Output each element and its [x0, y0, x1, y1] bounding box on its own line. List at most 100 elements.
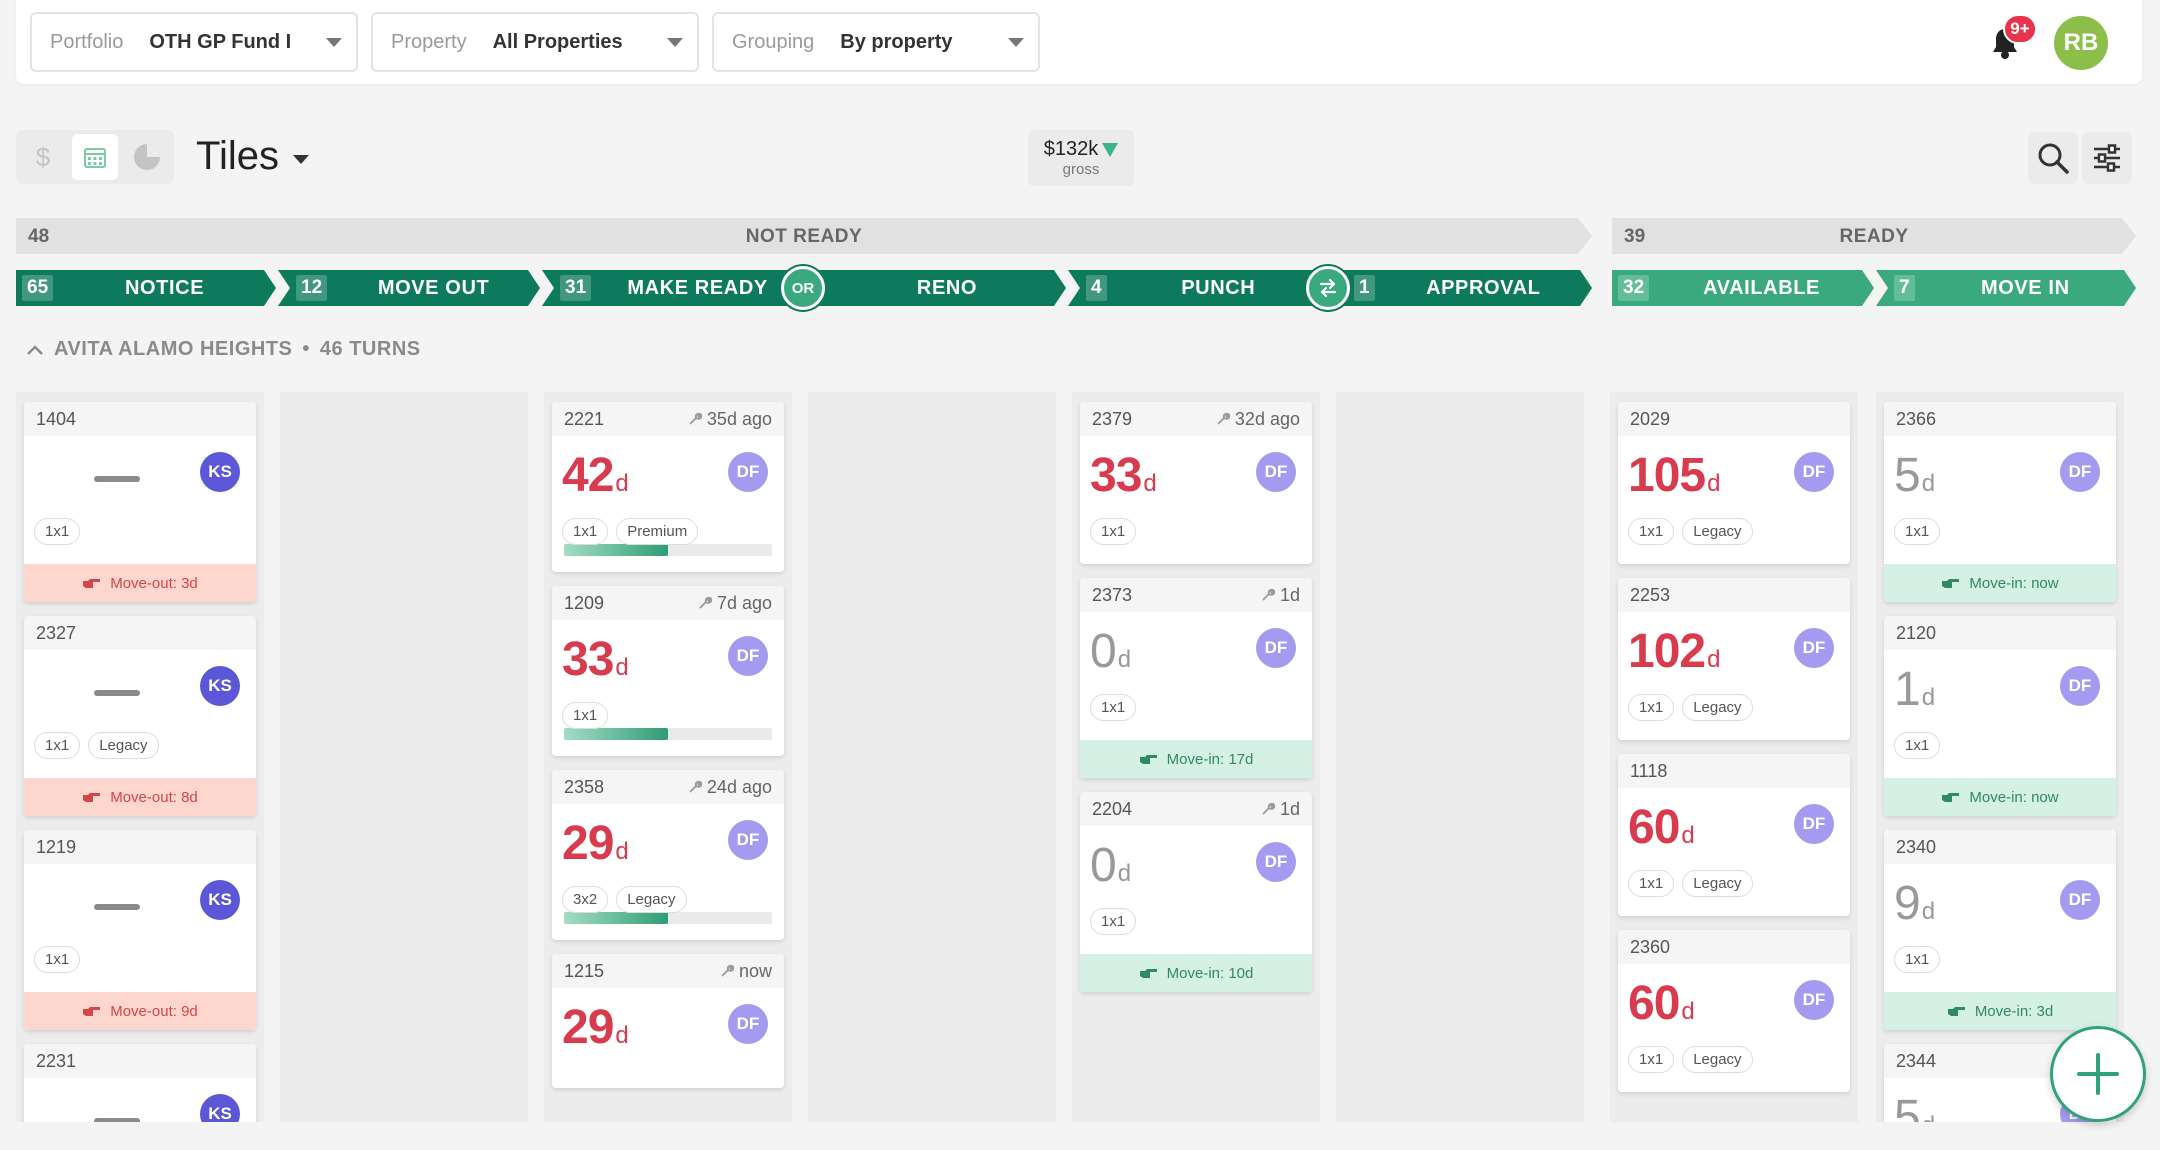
assignee-avatar[interactable]: DF — [1794, 628, 1834, 668]
days-count: 5d — [1894, 1090, 1935, 1122]
stage-move-in[interactable]: 7 MOVE IN — [1876, 270, 2136, 306]
turn-card[interactable]: 2327 KS 1x1 Legacy Move-out: 8d — [24, 616, 256, 816]
turn-card[interactable]: 2340 9d DF 1x1 Move-in: 3d — [1884, 830, 2116, 1030]
turn-card[interactable]: 1219 KS 1x1 Move-out: 9d — [24, 830, 256, 1030]
stage-make-ready[interactable]: 31 MAKE READY — [542, 270, 804, 306]
turn-card[interactable]: 2204 1d 0d DF 1x1 Move-in: 10d — [1080, 792, 1312, 992]
tag-list: 1x1 — [1894, 518, 1941, 545]
days-unit: d — [1921, 898, 1935, 925]
view-selector[interactable]: Tiles — [196, 134, 309, 179]
stage-name: MAKE READY — [627, 276, 768, 299]
card-header: 2120 — [1884, 616, 2116, 650]
stage-punch[interactable]: 4 PUNCH — [1068, 270, 1330, 306]
turn-card[interactable]: 2360 60d DF 1x1 Legacy — [1618, 930, 1850, 1092]
last-activity: 24d ago — [687, 777, 772, 798]
filter-settings-button[interactable] — [2082, 132, 2132, 184]
turn-card[interactable]: 2120 1d DF 1x1 Move-in: now — [1884, 616, 2116, 816]
turn-card[interactable]: 2379 32d ago 33d DF 1x1 — [1080, 402, 1312, 564]
unit-tag: Premium — [616, 518, 699, 545]
add-button[interactable] — [2050, 1026, 2146, 1122]
unit-tag: 1x1 — [1894, 732, 1941, 759]
days-count: 102d — [1628, 624, 1720, 679]
days-count: 33d — [1090, 448, 1157, 503]
gross-summary[interactable]: $132k gross — [1028, 130, 1134, 186]
swap-connector[interactable] — [1306, 266, 1350, 310]
assignee-avatar[interactable]: DF — [2060, 880, 2100, 920]
assignee-avatar[interactable]: DF — [728, 1004, 768, 1044]
unit-number: 2120 — [1896, 622, 1937, 643]
search-button[interactable] — [2028, 132, 2078, 184]
stage-move-out[interactable]: 12 MOVE OUT — [278, 270, 540, 306]
stage-approval[interactable]: 1 APPROVAL — [1330, 270, 1592, 306]
assignee-avatar[interactable]: DF — [1794, 452, 1834, 492]
assignee-avatar[interactable]: KS — [200, 880, 240, 920]
days-value: 105 — [1628, 449, 1706, 502]
turn-card[interactable]: 2366 5d DF 1x1 Move-in: now — [1884, 402, 2116, 602]
assignee-avatar[interactable]: KS — [200, 666, 240, 706]
last-activity-text: 35d ago — [706, 408, 772, 429]
turn-card[interactable]: 2253 102d DF 1x1 Legacy — [1618, 578, 1850, 740]
card-header: 1404 — [24, 402, 256, 436]
tag-list: 1x1 — [34, 946, 81, 973]
assignee-avatar[interactable]: DF — [1794, 804, 1834, 844]
stage-notice[interactable]: 65 NOTICE — [16, 270, 276, 306]
assignee-avatar[interactable]: DF — [1256, 628, 1296, 668]
assignee-avatar[interactable]: DF — [728, 452, 768, 492]
last-activity: now — [719, 961, 772, 982]
grouping-filter[interactable]: Grouping By property — [712, 12, 1040, 72]
or-label: OR — [791, 279, 815, 297]
stage-reno[interactable]: RENO — [804, 270, 1066, 306]
unit-tag: 1x1 — [1894, 946, 1941, 973]
assignee-avatar[interactable]: KS — [200, 1094, 240, 1122]
turn-card[interactable]: 2221 35d ago 42d DF 1x1 Premium — [552, 402, 784, 572]
stage-group-ready[interactable]: 39 READY — [1612, 218, 2136, 254]
portfolio-filter[interactable]: Portfolio OTH GP Fund I — [30, 12, 358, 72]
stage-name: AVAILABLE — [1703, 276, 1820, 299]
turn-card[interactable]: 1209 7d ago 33d DF 1x1 — [552, 586, 784, 756]
last-activity-text: 1d — [1279, 798, 1300, 819]
unit-number: 2204 — [1092, 798, 1133, 819]
unit-tag: 1x1 — [1894, 518, 1941, 545]
turn-card[interactable]: 1118 60d DF 1x1 Legacy — [1618, 754, 1850, 916]
last-activity: 1d — [1260, 799, 1300, 820]
turn-card[interactable]: 2373 1d 0d DF 1x1 Move-in: 17d — [1080, 578, 1312, 778]
hand-point-icon — [1139, 969, 1157, 978]
last-activity-text: 32d ago — [1234, 408, 1300, 429]
assignee-avatar[interactable]: DF — [2060, 666, 2100, 706]
turn-card[interactable]: 1215 now 29d DF — [552, 954, 784, 1088]
assignee-avatar[interactable]: DF — [1256, 842, 1296, 882]
days-count: 60d — [1628, 800, 1695, 855]
days-value: 1 — [1894, 663, 1921, 716]
stage-count: 12 — [296, 275, 328, 301]
turn-card[interactable]: 1404 KS 1x1 Move-out: 3d — [24, 402, 256, 602]
stage-available[interactable]: 32 AVAILABLE — [1612, 270, 1874, 306]
chart-view-button[interactable] — [124, 134, 170, 180]
assignee-avatar[interactable]: KS — [200, 452, 240, 492]
turn-card[interactable]: 2231 KS — [24, 1044, 256, 1122]
turn-card[interactable]: 2358 24d ago 29d DF 3x2 Legacy — [552, 770, 784, 940]
unit-tag: Legacy — [1682, 518, 1753, 545]
dollar-view-button[interactable]: $ — [20, 134, 66, 180]
assignee-avatar[interactable]: DF — [1256, 452, 1296, 492]
assignee-avatar[interactable]: DF — [728, 636, 768, 676]
last-activity-text: 24d ago — [706, 776, 772, 797]
property-group-header[interactable]: AVITA ALAMO HEIGHTS • 46 TURNS — [26, 338, 421, 361]
stage-group-not-ready[interactable]: 48 NOT READY — [16, 218, 1592, 254]
status-text: Move-in: now — [1969, 788, 2059, 806]
calendar-view-button[interactable] — [72, 134, 118, 180]
assignee-avatar[interactable]: DF — [728, 820, 768, 860]
tag-list: 1x1 — [1894, 732, 1941, 759]
tag-list: 1x1 — [1894, 946, 1941, 973]
property-filter[interactable]: Property All Properties — [371, 12, 699, 72]
assignee-avatar[interactable]: DF — [1794, 980, 1834, 1020]
last-activity-text: 7d ago — [716, 592, 772, 613]
progress-bar — [564, 912, 772, 924]
turn-card[interactable]: 2029 105d DF 1x1 Legacy — [1618, 402, 1850, 564]
days-value: 0 — [1090, 839, 1117, 892]
days-count: 33d — [562, 632, 629, 687]
user-avatar[interactable]: RB — [2054, 16, 2108, 70]
card-body: 29d DF — [552, 988, 784, 1088]
card-header: 2221 35d ago — [552, 402, 784, 436]
assignee-avatar[interactable]: DF — [2060, 452, 2100, 492]
progress-bar — [564, 728, 772, 740]
